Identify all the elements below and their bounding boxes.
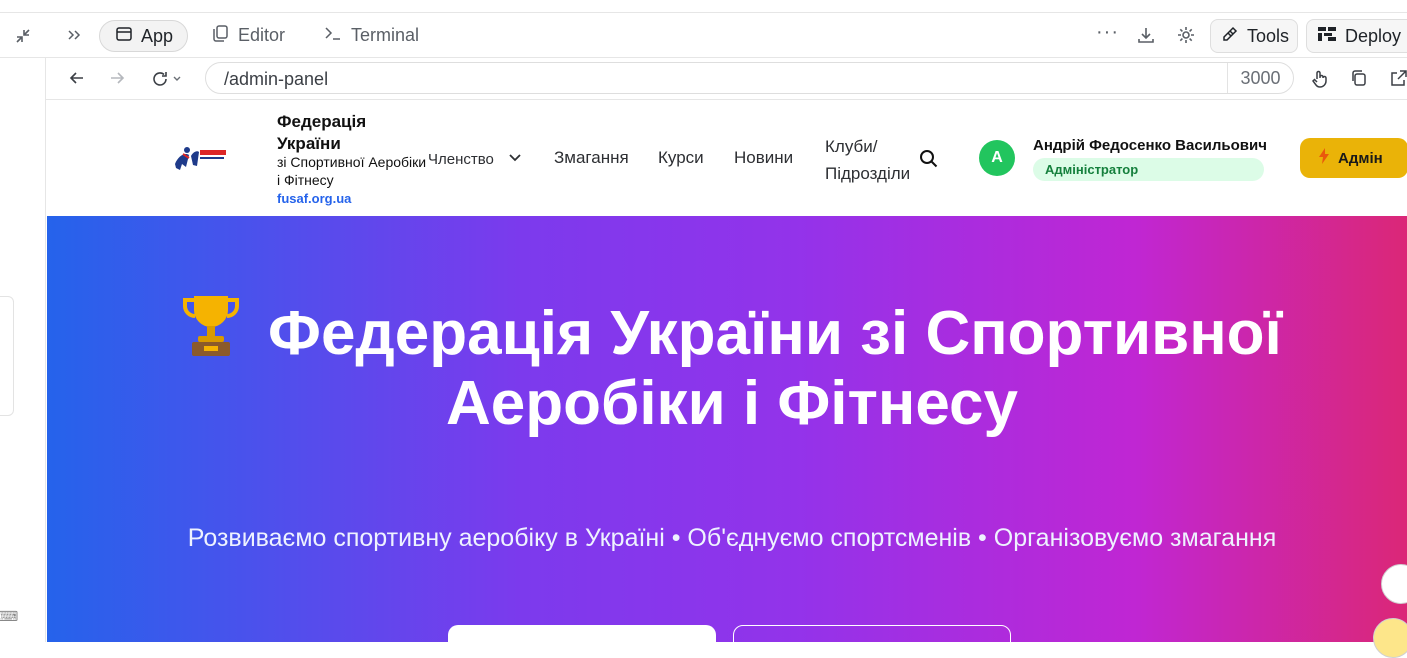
- deploy-button[interactable]: Deploy: [1306, 19, 1407, 53]
- trophy-icon: [182, 292, 240, 371]
- tab-editor[interactable]: Editor: [212, 24, 285, 47]
- nav-competitions[interactable]: Змагання: [554, 148, 629, 168]
- ide-top-bar: App Editor Terminal ··· Tools Deploy: [0, 12, 1407, 58]
- hero-secondary-button[interactable]: [733, 625, 1011, 642]
- left-rail: ⌨: [0, 58, 46, 642]
- hero-title-text: Федерація України зі Спортивної Аеробіки…: [268, 299, 1282, 438]
- url-input[interactable]: /admin-panel 3000: [205, 62, 1294, 94]
- tab-app[interactable]: App: [99, 20, 189, 52]
- expand-sidebar-icon[interactable]: [66, 27, 82, 43]
- tab-app-label: App: [141, 25, 174, 46]
- rail-icon[interactable]: ⌨: [0, 608, 18, 625]
- nav-clubs[interactable]: Клуби/ Підрозділи: [825, 133, 923, 187]
- hero-title: Федерація України зі Спортивної Аеробіки…: [47, 292, 1407, 437]
- website-preview: Федерація України зі Спортивної Аеробіки…: [47, 100, 1407, 642]
- tab-terminal-label: Terminal: [351, 25, 420, 45]
- tab-terminal[interactable]: Terminal: [324, 24, 419, 47]
- files-icon: [212, 24, 229, 47]
- deploy-icon: [1317, 25, 1337, 48]
- hero-primary-button[interactable]: [448, 625, 716, 642]
- deploy-label: Deploy: [1345, 25, 1402, 46]
- admin-button[interactable]: Адмін: [1300, 138, 1407, 178]
- nav-membership-label: Членство: [428, 150, 494, 168]
- url-text: /admin-panel: [224, 69, 329, 89]
- tab-editor-label: Editor: [238, 25, 286, 45]
- nav-courses[interactable]: Курси: [658, 148, 704, 168]
- hero-subtitle: Розвиваємо спортивну аеробіку в Україні …: [187, 524, 1277, 552]
- brand-subtitle: зі Спортивної Аеробіки і Фітнесу: [277, 154, 427, 188]
- brand-website[interactable]: fusaf.org.ua: [277, 191, 351, 206]
- tools-icon: [1221, 25, 1239, 48]
- role-badge: Адміністратор: [1033, 158, 1264, 181]
- copy-icon[interactable]: [1350, 69, 1368, 92]
- lightning-icon: [1318, 148, 1330, 168]
- port-label[interactable]: 3000: [1227, 63, 1293, 93]
- back-arrow-icon[interactable]: [68, 69, 86, 92]
- avatar[interactable]: А: [979, 140, 1015, 176]
- forward-arrow-icon[interactable]: [108, 69, 126, 92]
- nav-membership[interactable]: Членство: [428, 150, 522, 168]
- reload-icon[interactable]: [150, 69, 182, 89]
- admin-button-label: Адмін: [1338, 149, 1383, 167]
- chevron-down-icon: [508, 150, 522, 168]
- nav-news[interactable]: Новини: [734, 148, 793, 168]
- gear-icon[interactable]: [1176, 25, 1196, 45]
- pointer-icon[interactable]: [1310, 69, 1330, 94]
- hero-section: Федерація України зі Спортивної Аеробіки…: [47, 216, 1407, 642]
- window-icon: [115, 25, 133, 48]
- search-icon[interactable]: [919, 149, 938, 173]
- user-name: Андрій Федосенко Васильович: [1033, 137, 1267, 154]
- collapsed-panel[interactable]: [0, 296, 14, 416]
- download-icon[interactable]: [1136, 25, 1156, 45]
- brand-title: Федерація України: [277, 112, 367, 153]
- site-header: Федерація України зі Спортивної Аеробіки…: [47, 100, 1407, 216]
- tools-label: Tools: [1247, 25, 1290, 46]
- collapse-icon[interactable]: [12, 25, 34, 47]
- tools-button[interactable]: Tools: [1210, 19, 1298, 53]
- terminal-icon: [324, 24, 342, 47]
- assistant-icon[interactable]: [1373, 618, 1407, 658]
- external-link-icon[interactable]: [1390, 69, 1407, 92]
- more-icon[interactable]: ···: [1096, 21, 1119, 44]
- federation-logo[interactable]: [173, 144, 227, 174]
- browser-toolbar: /admin-panel 3000: [46, 58, 1407, 100]
